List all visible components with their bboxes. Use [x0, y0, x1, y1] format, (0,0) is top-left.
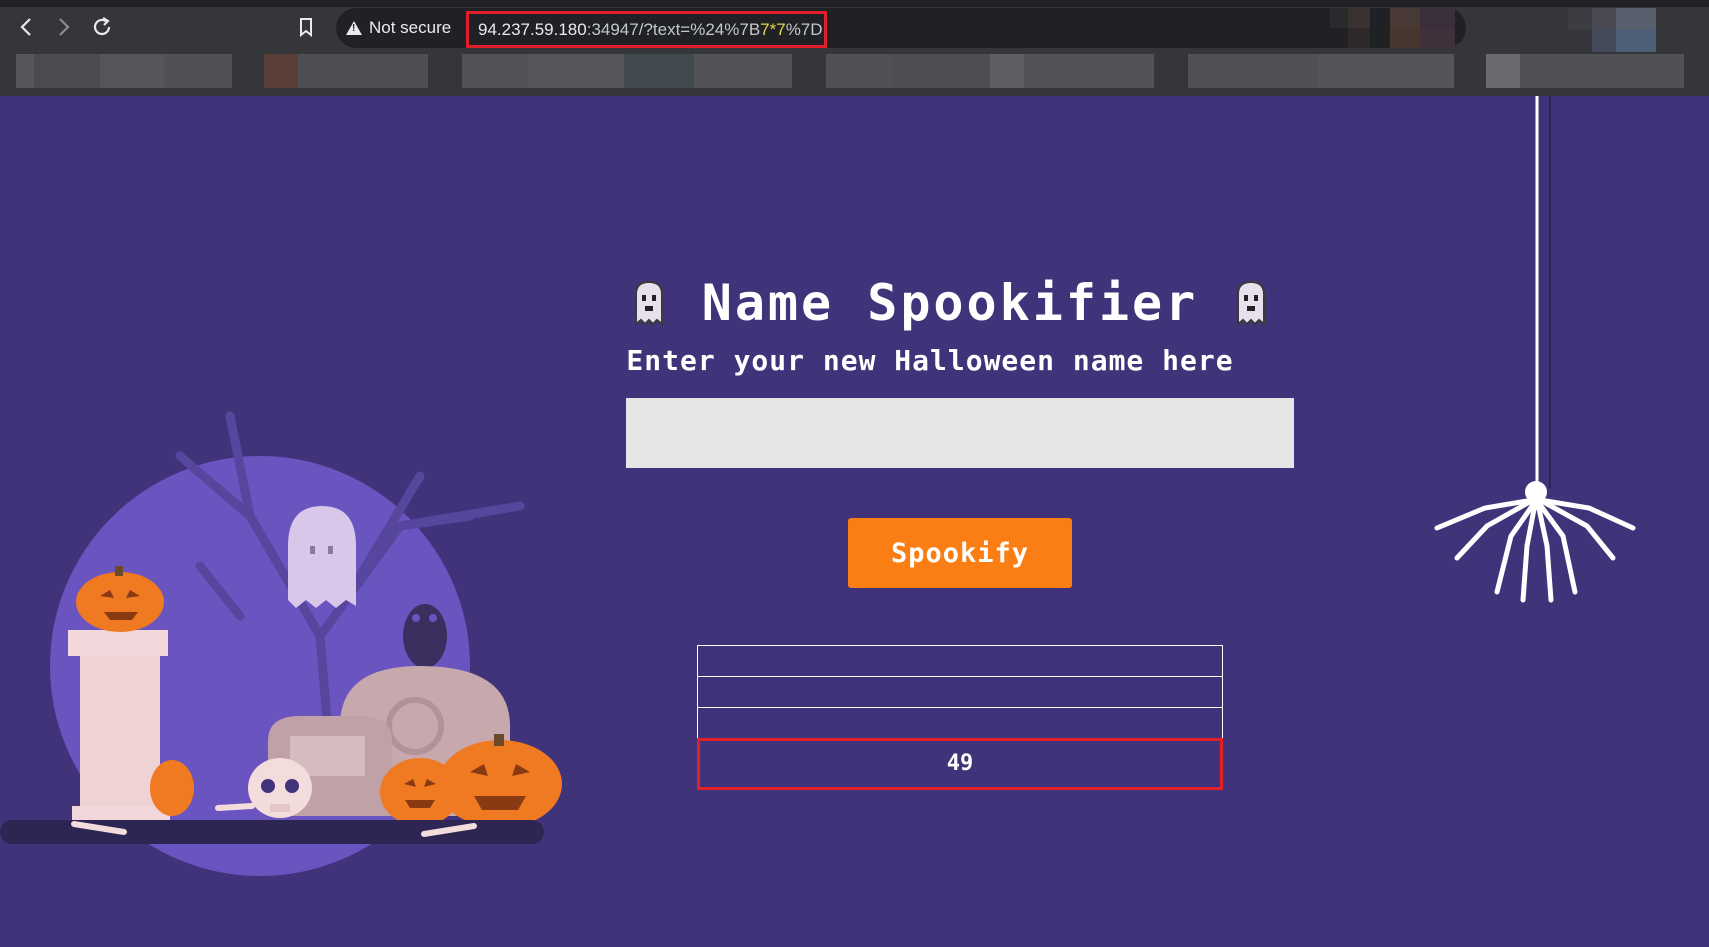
bookmark-button[interactable] — [293, 14, 319, 40]
browser-chrome: Not secure 94.237.59.180:34947/?text=%24… — [0, 0, 1709, 96]
url-payload: 7*7 — [760, 20, 786, 39]
security-label: Not secure — [369, 18, 452, 37]
bookmarks-bar — [0, 54, 1709, 90]
header: Name Spookifier — [560, 268, 1340, 338]
forward-button[interactable] — [50, 14, 76, 40]
extension-icons[interactable] — [1330, 8, 1470, 48]
ghost-icon — [634, 280, 663, 326]
url-text[interactable]: 94.237.59.180:34947/?text=%24%7B7*7%7D — [466, 11, 827, 48]
back-button[interactable] — [14, 14, 40, 40]
owl-icon — [403, 604, 447, 668]
blurred-profile-icon — [1568, 8, 1656, 52]
reload-button[interactable] — [89, 14, 115, 40]
page-body: Name Spookifier Enter your new Halloween… — [0, 96, 1709, 947]
page-subtitle: Enter your new Halloween name here — [626, 344, 1234, 377]
back-arrow-icon — [20, 18, 31, 36]
profile-icons[interactable] — [1568, 8, 1688, 52]
warning-icon — [346, 21, 362, 35]
url-path: :34947/?text=%24%7B — [586, 20, 761, 39]
page-title: Name Spookifier — [701, 274, 1199, 332]
forward-arrow-icon — [59, 18, 70, 36]
tab-strip — [0, 0, 1709, 7]
bookmark-icon — [300, 18, 312, 38]
url-suffix: %7D — [785, 20, 823, 39]
reload-icon — [93, 17, 111, 36]
url-host: 94.237.59.180 — [478, 20, 587, 39]
graveyard-illustration — [0, 411, 562, 876]
blurred-bookmarks — [16, 54, 1684, 88]
spider-icon — [1434, 96, 1636, 603]
result-row-highlighted: 49 — [697, 738, 1223, 790]
result-row — [697, 707, 1223, 738]
floating-ghost-icon — [288, 506, 356, 608]
result-row — [697, 676, 1223, 707]
result-row — [697, 645, 1223, 676]
blurred-extensions-icon — [1330, 8, 1455, 48]
security-indicator[interactable]: Not secure — [346, 16, 451, 40]
ghost-icon — [1237, 280, 1266, 326]
name-input[interactable] — [626, 398, 1294, 468]
results-table: 49 — [697, 645, 1223, 790]
spookify-button[interactable]: Spookify — [848, 518, 1072, 588]
skull-icon — [248, 758, 312, 818]
